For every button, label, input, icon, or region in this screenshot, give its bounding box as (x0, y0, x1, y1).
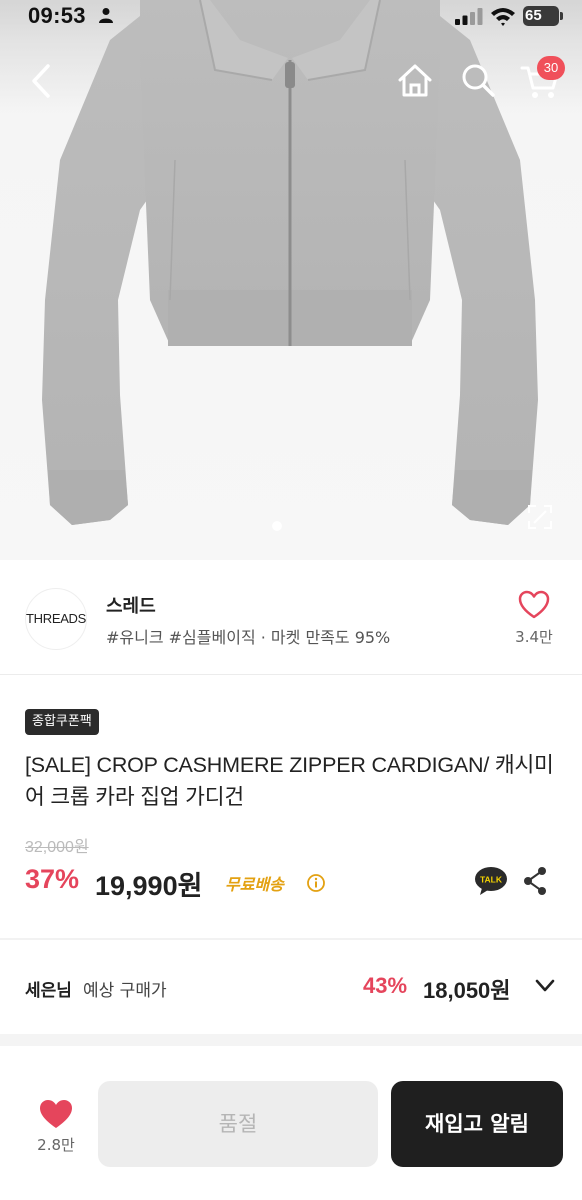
info-icon[interactable] (306, 873, 326, 893)
user-name: 세은님 (25, 981, 72, 1001)
section-divider (0, 1034, 582, 1046)
battery-level: 65 (523, 6, 559, 26)
free-shipping-label: 무료배송 (225, 875, 284, 894)
cart-count-badge: 30 (537, 56, 565, 80)
shop-like-count: 3.4만 (515, 628, 553, 646)
status-bar: 09:53 65 (0, 0, 582, 34)
home-icon[interactable] (396, 62, 434, 98)
product-title: [SALE] CROP CASHMERE ZIPPER CARDIGAN/ 캐시… (25, 753, 554, 809)
expected-price: 18,050원 (423, 978, 511, 1003)
shop-name[interactable]: 스레드 (106, 592, 156, 618)
discount-rate: 37% (25, 864, 80, 894)
svg-text:TALK: TALK (480, 875, 503, 885)
shop-tags: #유니크 #심플베이직 · 마켓 만족도 95% (106, 628, 391, 647)
original-price: 32,000원 (25, 839, 89, 856)
restock-alert-button[interactable]: 재입고 알림 (391, 1081, 563, 1167)
soldout-button[interactable]: 품절 (98, 1081, 378, 1167)
search-icon[interactable] (460, 62, 496, 98)
back-icon[interactable] (26, 62, 58, 100)
heart-outline-icon[interactable] (518, 590, 550, 620)
status-time: 09:53 (28, 3, 86, 28)
chevron-down-icon[interactable] (534, 978, 556, 994)
shop-info-row[interactable]: THREADS 스레드 #유니크 #심플베이직 · 마켓 만족도 95% 3.4… (0, 560, 582, 675)
signal-icon (455, 8, 483, 25)
heart-filled-icon[interactable] (38, 1098, 74, 1130)
shop-logo[interactable]: THREADS (25, 588, 87, 650)
bottom-action-bar: 2.8만 품절 재입고 알림 (0, 1046, 582, 1200)
kakao-talk-icon[interactable]: TALK (474, 866, 508, 896)
sale-price: 19,990원 (95, 871, 203, 901)
product-image-area[interactable]: 09:53 65 30 (0, 0, 582, 560)
expected-discount: 43% (363, 973, 408, 998)
product-like-count: 2.8만 (37, 1136, 75, 1154)
expected-price-label: 예상 구매가 (83, 981, 167, 1001)
share-icon[interactable] (522, 866, 548, 896)
coupon-badge[interactable]: 종합쿠폰팩 (25, 709, 99, 735)
expected-price-row[interactable]: 세은님 예상 구매가 43% 18,050원 (0, 940, 582, 1034)
carousel-indicator (272, 521, 282, 531)
battery-tip (560, 12, 563, 20)
expand-icon[interactable] (526, 503, 554, 531)
person-icon (99, 8, 113, 23)
wifi-icon (491, 8, 515, 26)
